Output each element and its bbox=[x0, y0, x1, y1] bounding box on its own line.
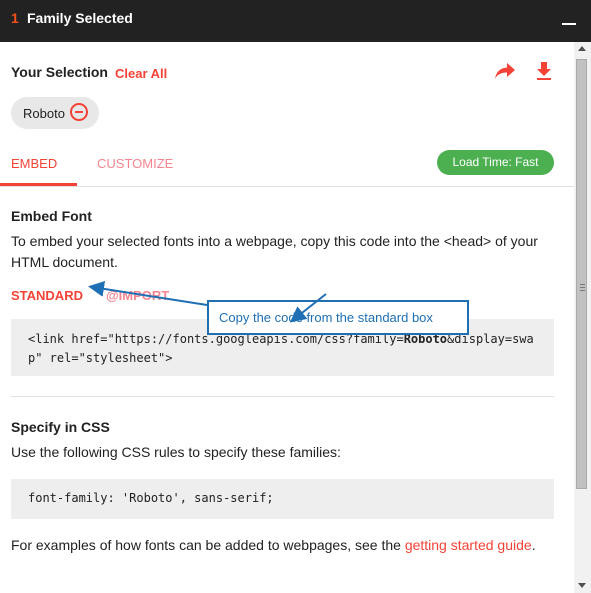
section-divider bbox=[11, 396, 554, 397]
family-count: 1 bbox=[11, 10, 19, 26]
selection-title: Your Selection bbox=[11, 64, 108, 80]
css-title: Specify in CSS bbox=[11, 419, 110, 435]
scrollbar[interactable] bbox=[574, 42, 591, 593]
panel-header[interactable]: 1 Family Selected bbox=[0, 0, 591, 42]
code-line-2: p" rel="stylesheet"> bbox=[28, 351, 173, 365]
load-time-badge: Load Time: Fast bbox=[437, 150, 554, 175]
css-code-box[interactable]: font-family: 'Roboto', sans-serif; bbox=[11, 479, 554, 519]
tab-import[interactable]: @IMPORT bbox=[106, 288, 169, 303]
footer-period: . bbox=[531, 537, 536, 553]
grip-line bbox=[580, 284, 585, 285]
tab-embed[interactable]: EMBED bbox=[11, 156, 57, 171]
font-chip-roboto: Roboto bbox=[11, 97, 99, 129]
annotation-callout: Copy the code from the standard box bbox=[207, 300, 469, 335]
tab-standard[interactable]: STANDARD bbox=[11, 288, 83, 303]
grip-line bbox=[580, 290, 585, 291]
chip-label: Roboto bbox=[23, 106, 65, 121]
footer-text: For examples of how fonts can be added t… bbox=[11, 535, 536, 556]
scroll-up-icon[interactable] bbox=[578, 46, 586, 51]
tab-customize[interactable]: CUSTOMIZE bbox=[97, 156, 173, 171]
scroll-down-icon[interactable] bbox=[578, 583, 586, 588]
getting-started-link[interactable]: getting started guide bbox=[405, 537, 532, 553]
download-icon[interactable] bbox=[534, 60, 554, 82]
minimize-icon[interactable] bbox=[562, 23, 576, 25]
selection-panel: Your Selection Clear All Roboto EMBED CU… bbox=[0, 42, 574, 593]
embed-desc-line1: To embed your selected fonts into a webp… bbox=[11, 233, 538, 249]
scrollbar-thumb[interactable] bbox=[576, 59, 587, 489]
css-desc: Use the following CSS rules to specify t… bbox=[11, 444, 341, 460]
share-icon[interactable] bbox=[493, 60, 517, 82]
embed-desc-line2: HTML document. bbox=[11, 254, 118, 270]
clear-all-button[interactable]: Clear All bbox=[115, 66, 167, 81]
footer-prefix: For examples of how fonts can be added t… bbox=[11, 537, 405, 553]
header-title: Family Selected bbox=[27, 10, 133, 26]
embed-font-title: Embed Font bbox=[11, 208, 92, 224]
remove-font-icon[interactable] bbox=[70, 103, 88, 121]
tabs-divider bbox=[0, 186, 574, 187]
grip-line bbox=[580, 287, 585, 288]
